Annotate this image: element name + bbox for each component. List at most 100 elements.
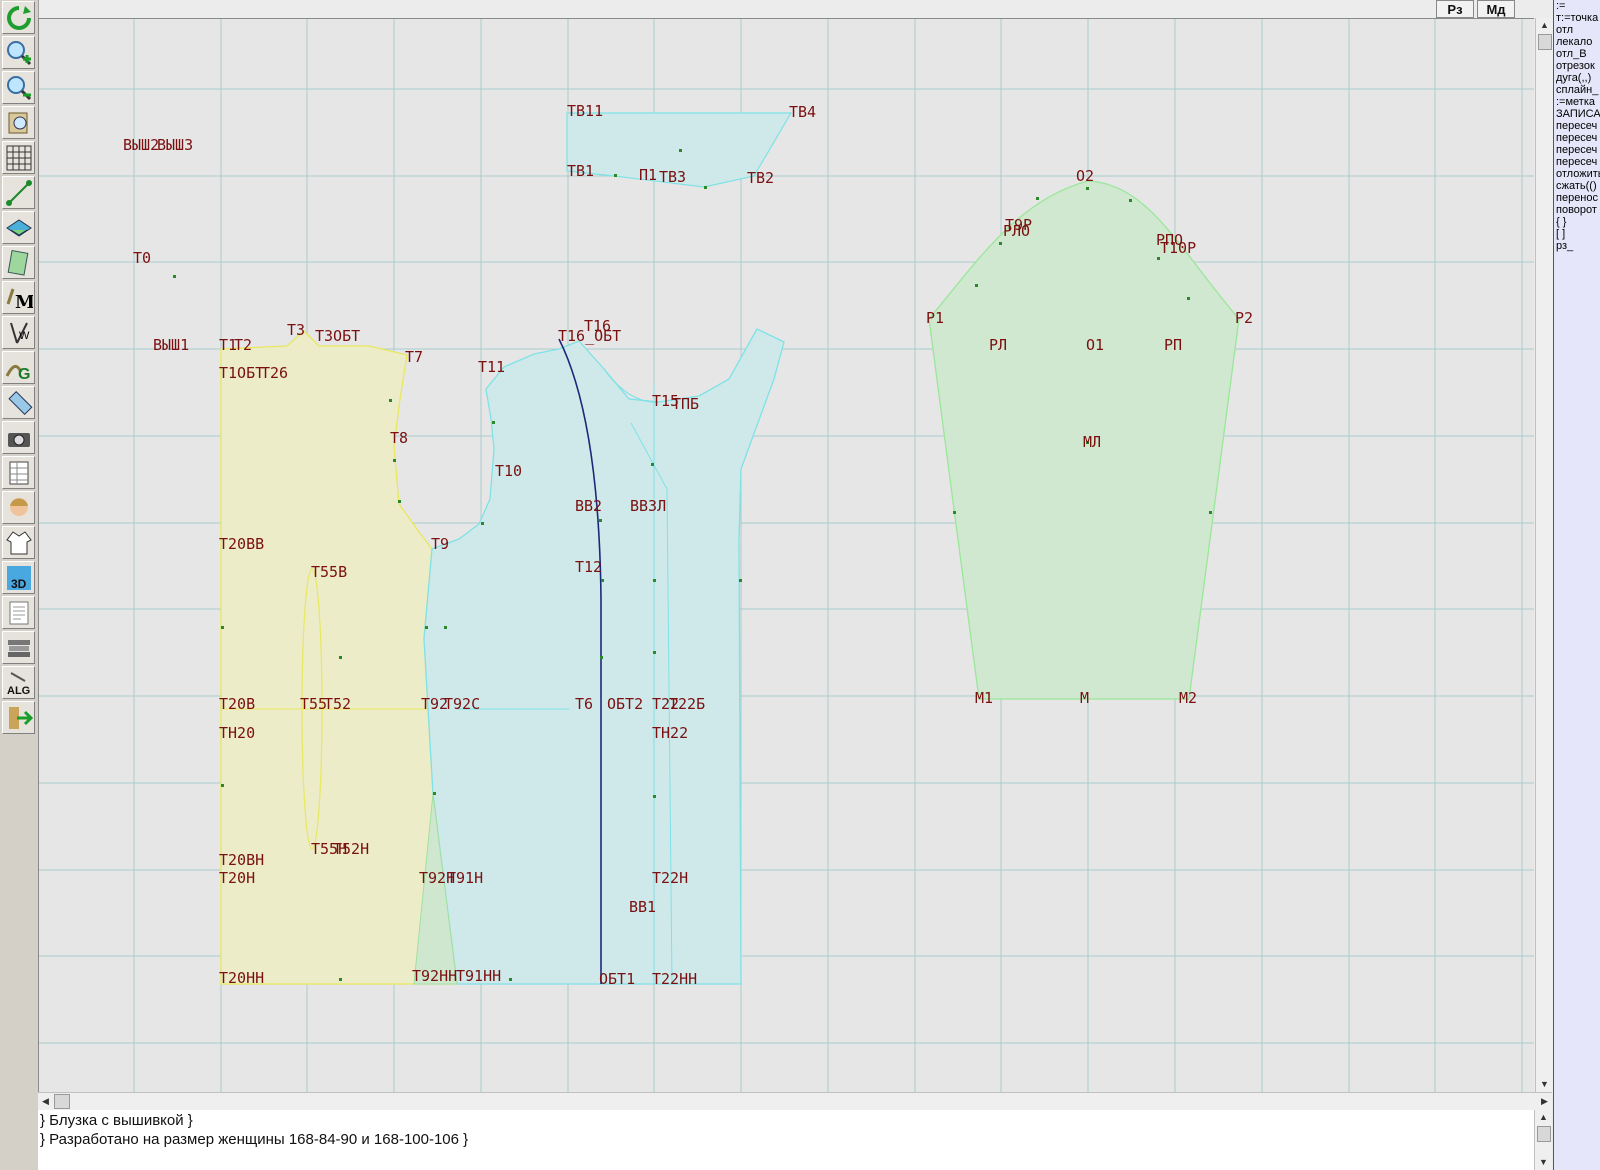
label-tn22: ТН22 <box>652 724 688 742</box>
document-button[interactable] <box>2 596 35 629</box>
g-tool-button[interactable]: G <box>2 351 35 384</box>
command-item[interactable]: := <box>1554 0 1600 12</box>
zoom-out-button[interactable] <box>2 71 35 104</box>
command-item[interactable]: лекало <box>1554 36 1600 48</box>
label-t2: Т2 <box>234 336 252 354</box>
console-scroll-up-icon[interactable]: ▲ <box>1536 1110 1551 1125</box>
vertical-scrollbar[interactable]: ▲ ▼ <box>1535 18 1553 1092</box>
command-item[interactable]: сплайн_ <box>1554 84 1600 96</box>
command-item[interactable]: { } <box>1554 216 1600 228</box>
command-item[interactable]: поворот <box>1554 204 1600 216</box>
label-tb2: ТВ2 <box>747 169 774 187</box>
label-t26: Т26 <box>261 364 288 382</box>
scroll-up-icon[interactable]: ▲ <box>1537 18 1552 33</box>
command-item[interactable]: рз_ <box>1554 240 1600 252</box>
label-t20vn: Т20ВН <box>219 851 264 869</box>
command-item[interactable]: т:=точка <box>1554 12 1600 24</box>
label-t92s: Т92С <box>444 695 480 713</box>
label-tb4: ТВ4 <box>789 103 816 121</box>
label-o1: О1 <box>1086 336 1104 354</box>
exit-icon <box>8 706 33 729</box>
pattern-button[interactable] <box>2 246 35 279</box>
console-scrollbar[interactable]: ▲ ▼ <box>1534 1110 1552 1170</box>
label-m2: М2 <box>1179 689 1197 707</box>
table-button[interactable] <box>2 456 35 489</box>
label-t1obt: Т1ОБТ <box>219 364 264 382</box>
jacket-button[interactable] <box>2 526 35 559</box>
label-rl: РЛ <box>989 336 1007 354</box>
scroll-right-icon[interactable]: ▶ <box>1537 1094 1552 1109</box>
ruler-button[interactable] <box>2 386 35 419</box>
label-r1: Р1 <box>926 309 944 327</box>
label-t20v: Т20В <box>219 695 255 713</box>
command-item[interactable]: ЗАПИСАТЬ <box>1554 108 1600 120</box>
command-item[interactable]: отрезок <box>1554 60 1600 72</box>
fit-view-button[interactable] <box>2 106 35 139</box>
document-icon <box>9 601 28 624</box>
label-t22nn: Т22НН <box>652 970 697 988</box>
refresh-button[interactable] <box>2 1 35 34</box>
svg-text:G: G <box>18 366 30 382</box>
horizontal-scrollbar[interactable]: ◀ ▶ <box>38 1092 1552 1110</box>
label-t20vv: Т20ВВ <box>219 535 264 553</box>
label-ml: МЛ <box>1083 433 1101 451</box>
books-button[interactable] <box>2 631 35 664</box>
label-t11: Т11 <box>478 358 505 376</box>
command-item[interactable]: дуга(,,) <box>1554 72 1600 84</box>
grid-icon <box>6 145 31 170</box>
vertical-scroll-thumb[interactable] <box>1538 34 1552 50</box>
label-t0: Т0 <box>133 249 151 267</box>
label-tb11: ТВ11 <box>567 102 603 120</box>
rz-button[interactable]: Рз <box>1436 0 1474 18</box>
command-item[interactable]: сжать(() <box>1554 180 1600 192</box>
scroll-down-icon[interactable]: ▼ <box>1537 1077 1552 1092</box>
measure-icon: W <box>9 322 30 343</box>
label-tn20: ТН20 <box>219 724 255 742</box>
refresh-icon <box>6 5 31 30</box>
command-item[interactable]: отл_В <box>1554 48 1600 60</box>
3d-button[interactable]: 3D <box>2 561 35 594</box>
measure-button[interactable]: W <box>2 316 35 349</box>
exit-button[interactable] <box>2 701 35 734</box>
line-tool-button[interactable] <box>2 176 35 209</box>
grid-button[interactable] <box>2 141 35 174</box>
label-rlo: РЛО <box>1003 222 1030 240</box>
horizontal-scroll-thumb[interactable] <box>54 1094 70 1109</box>
console-scroll-thumb[interactable] <box>1537 1126 1551 1142</box>
label-m: М <box>1080 689 1089 707</box>
md-button[interactable]: Мд <box>1477 0 1515 18</box>
avatar-icon <box>9 497 28 516</box>
avatar-button[interactable] <box>2 491 35 524</box>
command-item[interactable]: пересеч <box>1554 132 1600 144</box>
label-t10r: Т10Р <box>1160 239 1196 257</box>
command-item[interactable]: пересеч <box>1554 156 1600 168</box>
command-item[interactable]: отл <box>1554 24 1600 36</box>
console-scroll-down-icon[interactable]: ▼ <box>1536 1155 1551 1170</box>
console-line-2: } Разработано на размер женщины 168-84-9… <box>40 1131 469 1148</box>
camera-button[interactable] <box>2 421 35 454</box>
label-o2: О2 <box>1076 167 1094 185</box>
command-item[interactable]: [ ] <box>1554 228 1600 240</box>
console-line-1: } Блузка с вышивкой } <box>40 1112 193 1129</box>
drawing-canvas[interactable]: ВЫШ2 ВЫШ3 Т0 ТВ11 ТВ4 ТВ1 П1 ТВ3 ТВ2 ВЫШ… <box>38 18 1534 1093</box>
command-item[interactable]: пересеч <box>1554 144 1600 156</box>
alg-button[interactable]: ALG <box>2 666 35 699</box>
command-item[interactable]: отложить <box>1554 168 1600 180</box>
layers-button[interactable] <box>2 211 35 244</box>
camera-icon <box>7 432 30 447</box>
svg-text:M: M <box>15 292 33 312</box>
pattern-icon <box>7 249 28 276</box>
command-item[interactable]: пересеч <box>1554 120 1600 132</box>
m-tool-button[interactable]: M <box>2 281 35 314</box>
command-item[interactable]: перенос <box>1554 192 1600 204</box>
label-vv3l: ВВ3Л <box>630 497 666 515</box>
scroll-left-icon[interactable]: ◀ <box>38 1094 53 1109</box>
script-console[interactable]: } Блузка с вышивкой } } Разработано на р… <box>38 1110 1552 1170</box>
label-vysh1: ВЫШ2 <box>123 136 159 154</box>
zoom-in-button[interactable] <box>2 36 35 69</box>
label-tpb: ТПБ <box>672 395 699 413</box>
alg-icon: ALG <box>7 671 30 697</box>
command-item[interactable]: :=метка <box>1554 96 1600 108</box>
label-t10: Т10 <box>495 462 522 480</box>
label-t52: Т52 <box>324 695 351 713</box>
